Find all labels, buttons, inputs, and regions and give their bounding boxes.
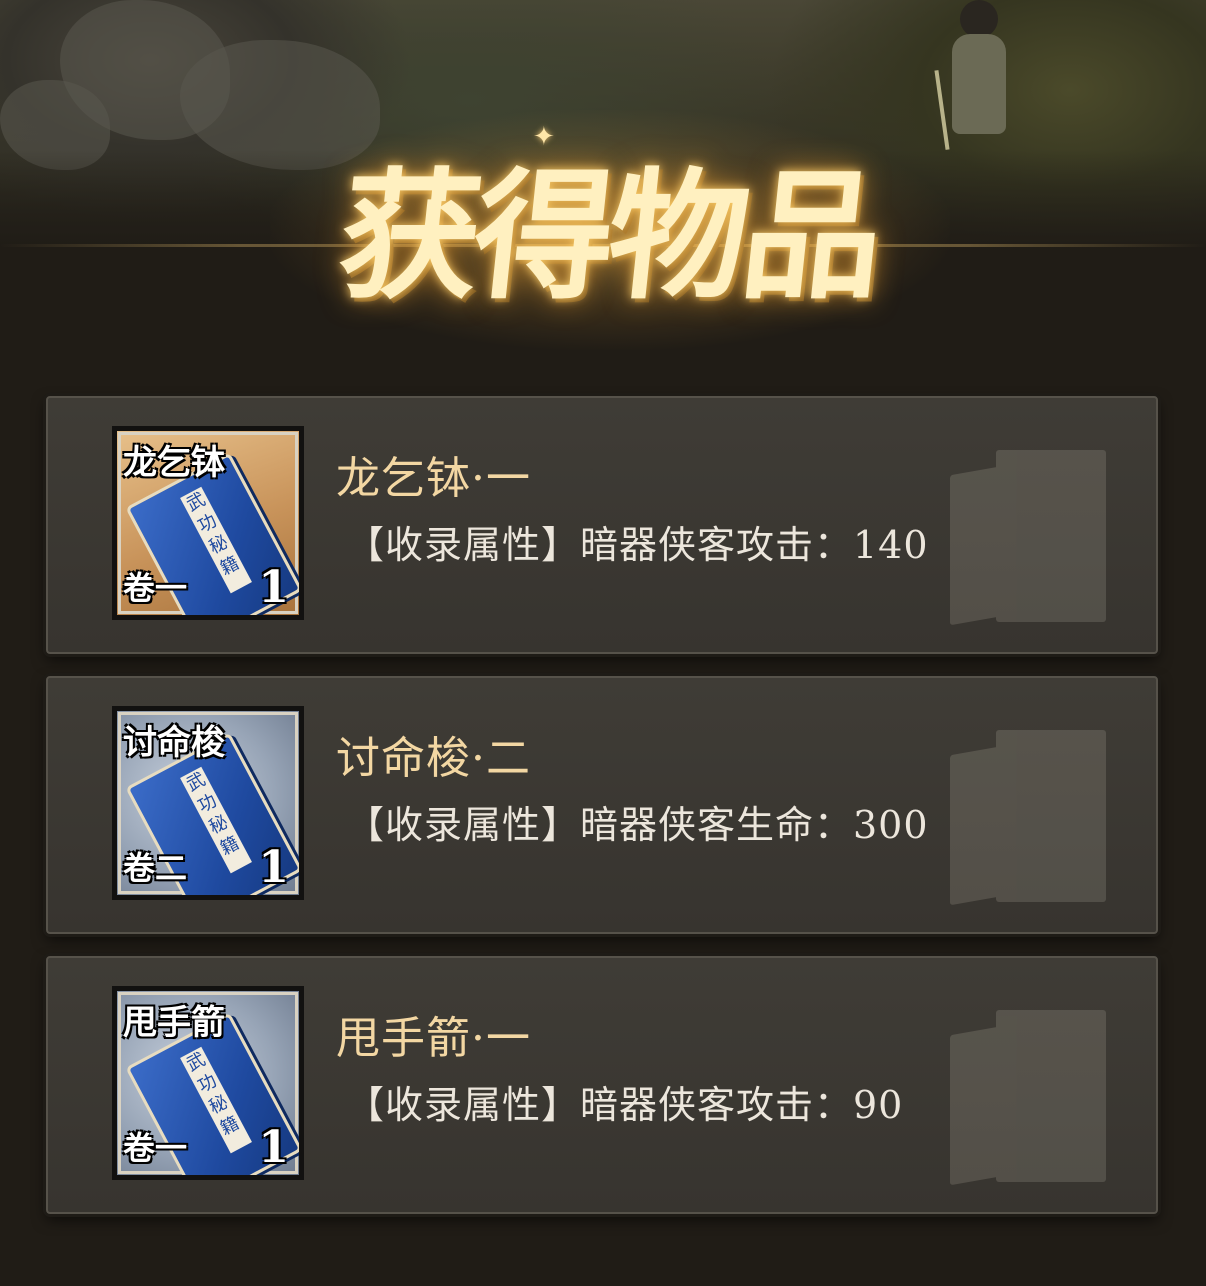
- item-attribute: 【收录属性】暗器侠客攻击：90: [346, 1083, 904, 1127]
- icon-volume-label: 卷一: [123, 1129, 188, 1167]
- scroll-watermark-icon: [950, 450, 1110, 626]
- icon-quantity: 1: [258, 842, 289, 893]
- character-figure: [934, 0, 1020, 150]
- book-label: 武功秘籍: [180, 486, 252, 594]
- character-head: [960, 0, 998, 38]
- item-title: 甩手箭·一: [336, 1013, 531, 1064]
- item-title: 讨命梭·二: [336, 733, 531, 784]
- item-attribute: 【收录属性】暗器侠客生命：300: [346, 803, 929, 847]
- item-icon[interactable]: 武功秘籍 讨命梭 卷二 1: [112, 706, 304, 900]
- item-icon[interactable]: 武功秘籍 龙乞钵 卷一 1: [112, 426, 304, 620]
- item-attribute: 【收录属性】暗器侠客攻击：140: [346, 523, 929, 567]
- character-body: [952, 34, 1006, 134]
- book-label: 武功秘籍: [180, 766, 252, 874]
- icon-volume-label: 卷二: [123, 849, 188, 887]
- reward-item-card[interactable]: 武功秘籍 讨命梭 卷二 1 讨命梭·二 【收录属性】暗器侠客生命：300: [46, 676, 1158, 934]
- reward-item-card[interactable]: 武功秘籍 甩手箭 卷一 1 甩手箭·一 【收录属性】暗器侠客攻击：90: [46, 956, 1158, 1214]
- icon-item-name: 甩手箭: [123, 1003, 225, 1043]
- sparkle-icon: ✦: [533, 122, 555, 152]
- icon-item-name: 龙乞钵: [123, 443, 225, 483]
- item-title: 龙乞钵·一: [336, 453, 531, 504]
- icon-quantity: 1: [258, 562, 289, 613]
- reward-item-card[interactable]: 武功秘籍 龙乞钵 卷一 1 龙乞钵·一 【收录属性】暗器侠客攻击：140: [46, 396, 1158, 654]
- icon-item-name: 讨命梭: [123, 723, 225, 763]
- icon-volume-label: 卷一: [123, 569, 188, 607]
- icon-quantity: 1: [258, 1122, 289, 1173]
- page-title: 获得物品: [332, 156, 886, 319]
- scroll-watermark-icon: [950, 730, 1110, 906]
- book-label: 武功秘籍: [180, 1046, 252, 1154]
- item-icon[interactable]: 武功秘籍 甩手箭 卷一 1: [112, 986, 304, 1180]
- scroll-watermark-icon: [950, 1010, 1110, 1186]
